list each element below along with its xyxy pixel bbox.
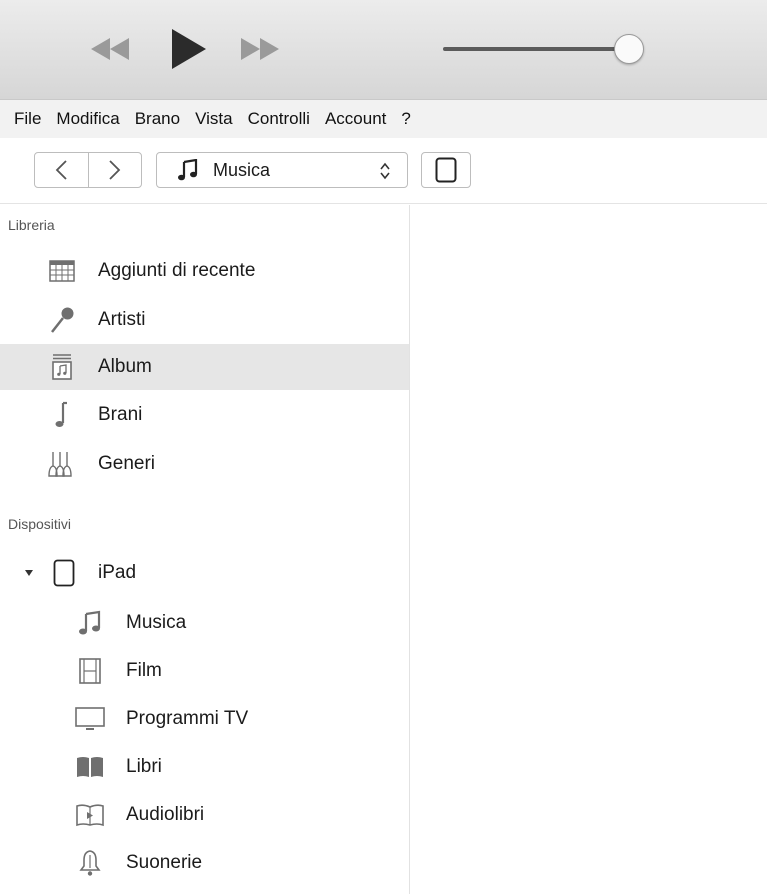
sidebar-item-label: Suonerie — [126, 852, 203, 873]
microphone-icon — [48, 306, 76, 334]
device-name: iPad — [98, 562, 137, 583]
grid-calendar-icon — [48, 257, 76, 285]
player-toolbar — [0, 0, 767, 100]
device-button[interactable] — [421, 152, 471, 188]
bell-icon — [76, 849, 104, 877]
sidebar-item-label: Artisti — [98, 309, 146, 330]
sidebar-item-label: Musica — [126, 612, 187, 633]
sidebar-item-device-audiobooks[interactable]: Audiolibri — [0, 792, 409, 838]
single-note-icon — [48, 401, 76, 429]
sidebar-item-label: Generi — [98, 453, 156, 474]
library-selector-label: Musica — [213, 159, 271, 180]
sidebar-item-label: Programmi TV — [126, 708, 249, 729]
menu-controlli[interactable]: Controlli — [241, 100, 318, 138]
sidebar-item-device-books[interactable]: Libri — [0, 744, 409, 790]
menu-vista[interactable]: Vista — [188, 100, 241, 138]
main-content-area — [411, 205, 767, 894]
history-nav — [34, 152, 142, 188]
music-note-icon — [178, 159, 198, 181]
volume-slider-track[interactable] — [443, 47, 631, 51]
rewind-icon[interactable] — [86, 33, 134, 65]
sidebar: Libreria Aggiunti di recente Artisti Alb… — [0, 205, 410, 894]
forward-button[interactable] — [87, 153, 141, 187]
sidebar-item-device-music[interactable]: Musica — [0, 600, 409, 646]
film-icon — [76, 657, 104, 685]
fast-forward-icon[interactable] — [236, 33, 284, 65]
back-button[interactable] — [35, 153, 88, 187]
sidebar-item-recently-added[interactable]: Aggiunti di recente — [0, 248, 409, 294]
sidebar-item-label: Brani — [98, 404, 143, 425]
disclosure-triangle-icon[interactable] — [22, 559, 36, 587]
devices-section-title: Dispositivi — [8, 516, 72, 532]
menu-bar: File Modifica Brano Vista Controlli Acco… — [0, 100, 767, 138]
guitars-icon — [46, 450, 74, 478]
audiobook-icon — [74, 801, 106, 829]
sidebar-item-album[interactable]: Album — [0, 344, 409, 390]
sidebar-item-device-ringtones[interactable]: Suonerie — [0, 840, 409, 886]
chevron-right-icon — [109, 160, 121, 180]
sidebar-item-genres[interactable]: Generi — [0, 441, 409, 487]
library-selector[interactable]: Musica — [156, 152, 408, 188]
chevron-left-icon — [56, 160, 68, 180]
menu-modifica[interactable]: Modifica — [49, 100, 127, 138]
tv-icon — [74, 705, 106, 733]
menu-account[interactable]: Account — [318, 100, 394, 138]
play-icon[interactable] — [166, 28, 210, 70]
menu-file[interactable]: File — [7, 100, 49, 138]
ipad-icon — [435, 157, 457, 183]
menu-help[interactable]: ? — [394, 100, 418, 138]
navigation-bar: Musica — [0, 138, 767, 204]
book-icon — [74, 753, 106, 781]
sidebar-item-songs[interactable]: Brani — [0, 392, 409, 438]
ipad-icon — [50, 559, 78, 587]
sidebar-item-ipad[interactable]: iPad — [0, 550, 409, 596]
music-note-icon — [76, 609, 104, 637]
library-section-title: Libreria — [8, 217, 55, 233]
sidebar-item-label: Libri — [126, 756, 162, 777]
sidebar-item-device-tv[interactable]: Programmi TV — [0, 696, 409, 742]
volume-slider-knob[interactable] — [614, 34, 644, 64]
sidebar-item-device-film[interactable]: Film — [0, 648, 409, 694]
sidebar-item-label: Aggiunti di recente — [98, 260, 256, 281]
updown-chevron-icon — [380, 162, 390, 180]
sidebar-item-label: Album — [98, 356, 152, 377]
sidebar-item-label: Film — [126, 660, 162, 681]
album-icon — [48, 353, 76, 381]
sidebar-item-artists[interactable]: Artisti — [0, 297, 409, 343]
menu-brano[interactable]: Brano — [128, 100, 188, 138]
sidebar-item-label: Audiolibri — [126, 804, 205, 825]
